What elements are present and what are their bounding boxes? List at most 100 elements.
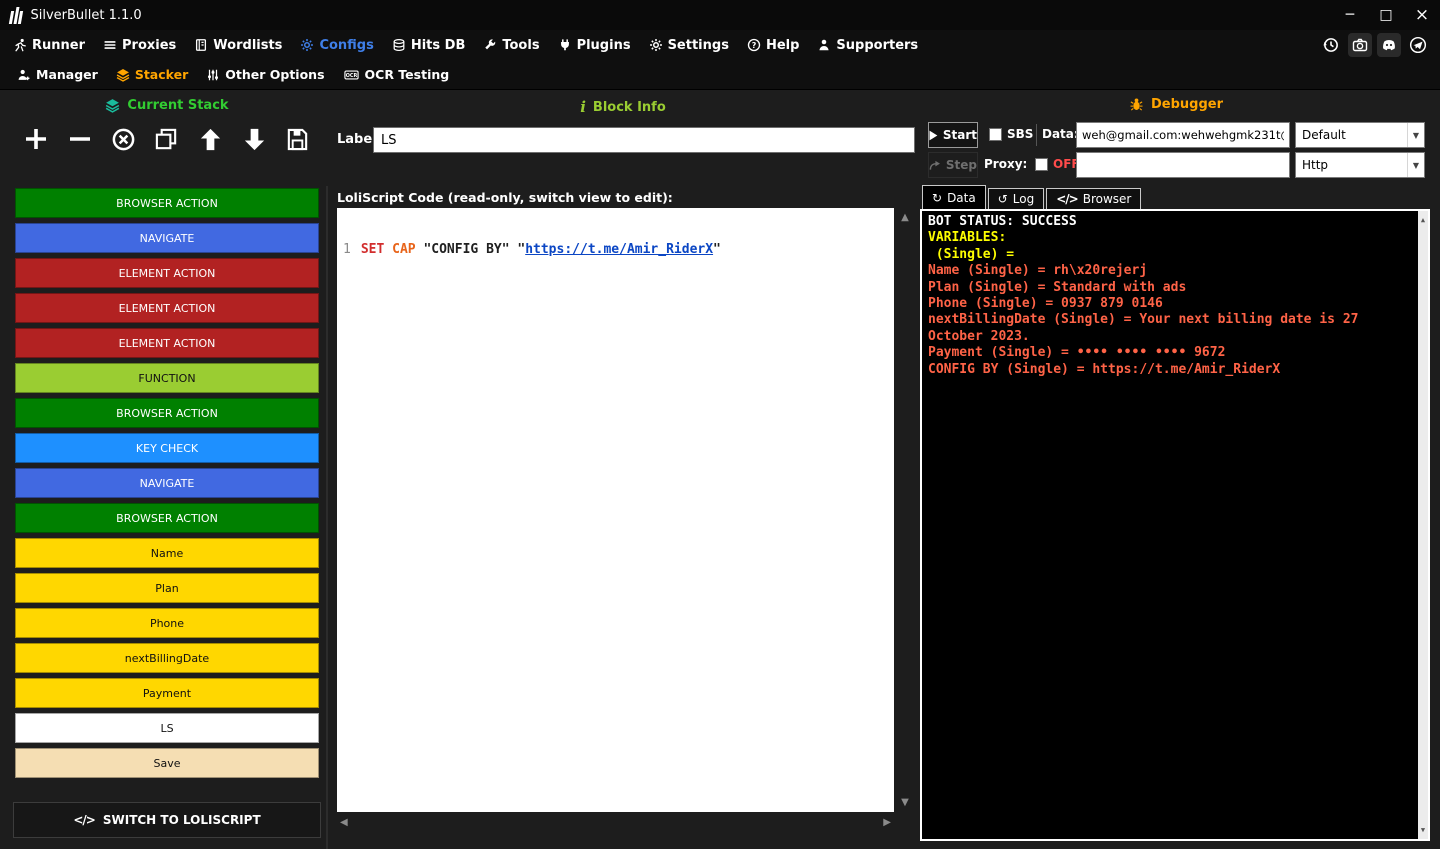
- menu-item-settings[interactable]: Settings: [640, 30, 738, 60]
- wordlist-type-select[interactable]: Default ▼: [1295, 122, 1425, 148]
- step-button[interactable]: Step: [928, 152, 978, 178]
- stack-block[interactable]: Payment: [15, 678, 319, 708]
- output-scrollbar[interactable]: ▲ ▼: [1418, 211, 1428, 839]
- menu-item-runner[interactable]: Runner: [4, 30, 94, 60]
- discord-icon: [1383, 40, 1395, 51]
- minus-icon: [69, 137, 90, 141]
- disable-block-button[interactable]: [107, 123, 139, 155]
- tab-data[interactable]: ↻ Data: [922, 185, 986, 210]
- stack-block[interactable]: NAVIGATE: [15, 223, 319, 253]
- stack-block[interactable]: BROWSER ACTION: [15, 188, 319, 218]
- debugger-title: Debugger: [1150, 97, 1223, 112]
- screenshot-button[interactable]: [1348, 33, 1372, 57]
- proxy-label: Proxy:: [984, 157, 1028, 171]
- history-icon: [1323, 38, 1338, 52]
- stack-block[interactable]: nextBillingDate: [15, 643, 319, 673]
- submenu-item-ocr-testing[interactable]: OCR OCR Testing: [334, 60, 459, 89]
- menu-item-configs[interactable]: Configs: [291, 30, 382, 60]
- info-icon: i: [580, 98, 586, 116]
- close-button[interactable]: ×: [1404, 0, 1440, 30]
- scroll-down-arrow[interactable]: ▼: [1421, 822, 1425, 838]
- menu-item-wordlists[interactable]: Wordlists: [185, 30, 291, 60]
- stack-block[interactable]: LS: [15, 713, 319, 743]
- stack-block[interactable]: Name: [15, 538, 319, 568]
- discord-button[interactable]: [1377, 33, 1401, 57]
- stack-block[interactable]: NAVIGATE: [15, 468, 319, 498]
- plug-icon: [560, 39, 569, 51]
- menu-item-proxies[interactable]: Proxies: [94, 30, 185, 60]
- debugger-output-lines: BOT STATUS: SUCCESS VARIABLES: (Single) …: [928, 214, 1412, 378]
- tab-log[interactable]: ↺ Log: [987, 188, 1045, 210]
- stack-block[interactable]: Plan: [15, 573, 319, 603]
- minimize-button[interactable]: ─: [1332, 0, 1368, 30]
- scroll-up-arrow[interactable]: ▲: [901, 212, 909, 223]
- stack-block[interactable]: ELEMENT ACTION: [15, 258, 319, 288]
- play-icon: [929, 130, 938, 140]
- debugger-output-line: Phone (Single) = 0937 879 0146: [928, 296, 1163, 312]
- move-down-button[interactable]: [238, 123, 270, 155]
- stack-block[interactable]: ELEMENT ACTION: [15, 293, 319, 323]
- arrow-down-icon: [244, 128, 264, 150]
- submenu-item-stacker[interactable]: Stacker: [107, 60, 197, 89]
- scroll-left-arrow[interactable]: ◀: [340, 817, 348, 828]
- history-button[interactable]: [1319, 33, 1343, 57]
- stack-block[interactable]: Phone: [15, 608, 319, 638]
- data-input[interactable]: [1076, 122, 1290, 148]
- menu-item-plugins[interactable]: Plugins: [549, 30, 640, 60]
- menu-item-help[interactable]: ? Help: [738, 30, 808, 60]
- proxy-input[interactable]: [1076, 152, 1290, 178]
- tab-browser[interactable]: </> Browser: [1046, 188, 1142, 210]
- chevron-down-icon: ▼: [1407, 123, 1424, 147]
- scroll-down-arrow[interactable]: ▼: [901, 797, 909, 808]
- debugger-header: Debugger: [920, 97, 1432, 112]
- debugger-output[interactable]: BOT STATUS: SUCCESS VARIABLES: (Single) …: [920, 209, 1430, 841]
- maximize-button[interactable]: □: [1368, 0, 1404, 30]
- debugger-output-line: Plan (Single) = Standard with ads: [928, 279, 1187, 295]
- svg-text:OCR: OCR: [345, 73, 357, 79]
- save-icon: [288, 128, 308, 150]
- circle-x-icon: [112, 128, 135, 150]
- scroll-up-arrow[interactable]: ▲: [1421, 212, 1425, 228]
- code-horizontal-scrollbar[interactable]: ◀ ▶: [337, 814, 894, 830]
- stack-block[interactable]: BROWSER ACTION: [15, 503, 319, 533]
- menu-item-tools[interactable]: Tools: [474, 30, 548, 60]
- code-brackets-icon: </>: [73, 813, 95, 827]
- remove-block-button[interactable]: [64, 123, 96, 155]
- move-up-button[interactable]: [195, 123, 227, 155]
- code-token: SET: [360, 242, 393, 257]
- clone-icon: [156, 128, 177, 149]
- block-label-input[interactable]: [373, 127, 915, 153]
- proxy-type-select[interactable]: Http ▼: [1295, 152, 1425, 178]
- help-icon: ?: [747, 38, 761, 52]
- sbs-checkbox[interactable]: [989, 128, 1002, 141]
- debugger-output-line: Payment (Single) = •••• •••• •••• 9672: [928, 345, 1226, 361]
- loliscript-code-editor[interactable]: 1 SET CAP "CONFIG BY" "https://t.me/Amir_…: [337, 208, 894, 812]
- menu-item-supporters[interactable]: Supporters: [808, 30, 927, 60]
- window-title: SilverBullet 1.1.0: [30, 7, 142, 23]
- arrow-up-icon: [201, 128, 221, 150]
- submenu-item-manager[interactable]: Manager: [8, 60, 107, 89]
- stack-block[interactable]: FUNCTION: [15, 363, 319, 393]
- clone-block-button[interactable]: [151, 123, 183, 155]
- menu-item-hitsdb[interactable]: Hits DB: [383, 30, 475, 60]
- add-block-button[interactable]: [20, 123, 52, 155]
- debugger-output-line: VARIABLES:: [928, 230, 1007, 246]
- stack-block[interactable]: BROWSER ACTION: [15, 398, 319, 428]
- save-stack-button[interactable]: [282, 123, 314, 155]
- stack-block[interactable]: Save: [15, 748, 319, 778]
- submenu-item-other-options[interactable]: Other Options: [197, 60, 333, 89]
- start-button[interactable]: Start: [928, 122, 978, 148]
- scroll-right-arrow[interactable]: ▶: [883, 817, 891, 828]
- code-vertical-scrollbar[interactable]: ▲ ▼: [896, 208, 914, 812]
- panel-splitter[interactable]: [326, 186, 328, 849]
- svg-text:?: ?: [752, 41, 757, 50]
- switch-to-loliscript-button[interactable]: </> SWITCH TO LOLISCRIPT: [13, 802, 321, 838]
- debugger-output-line: Name (Single) = rh\x20rejerj: [928, 263, 1148, 279]
- telegram-button[interactable]: [1406, 33, 1430, 57]
- stack-block[interactable]: ELEMENT ACTION: [15, 328, 319, 358]
- data-label: Data:: [1042, 127, 1079, 141]
- stack-block[interactable]: KEY CHECK: [15, 433, 319, 463]
- stacker-layers-icon: [116, 68, 130, 82]
- window-controls: ─ □ ×: [1332, 0, 1440, 30]
- proxy-checkbox[interactable]: [1035, 158, 1048, 171]
